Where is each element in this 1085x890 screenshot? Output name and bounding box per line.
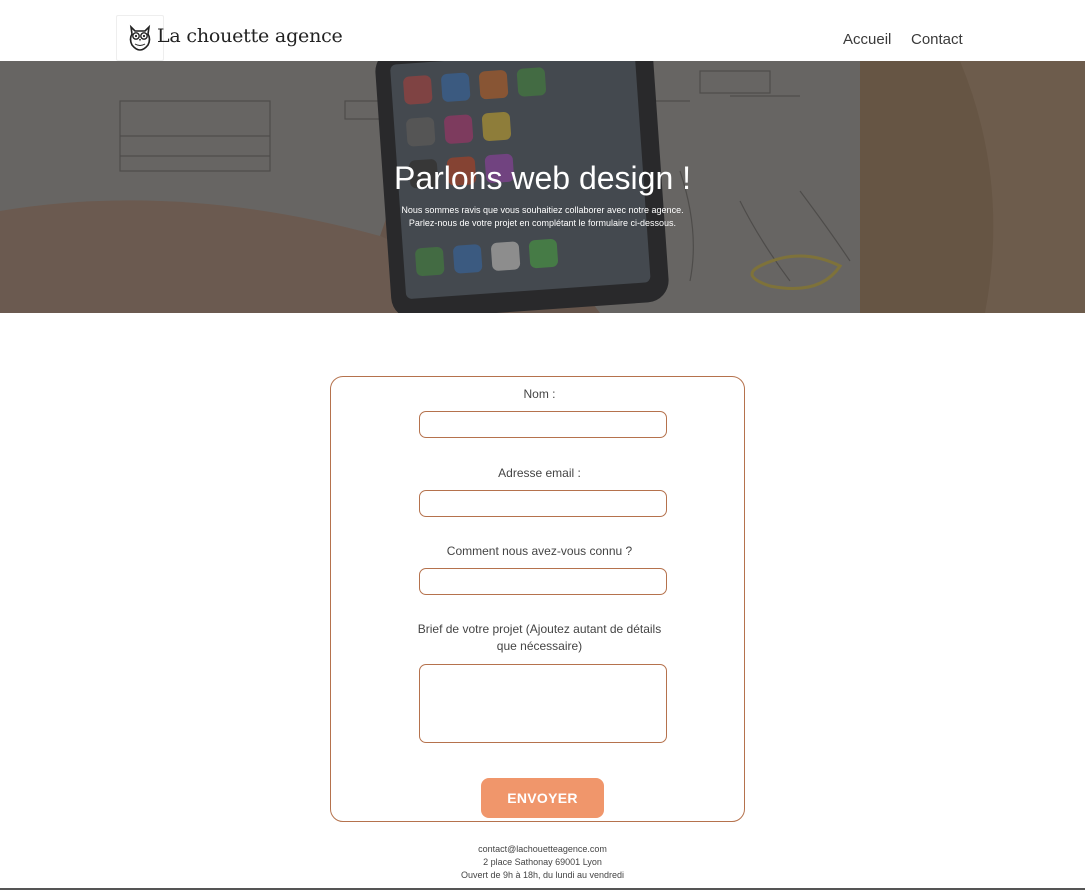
nav-link-contact[interactable]: Contact [911,31,963,48]
name-label: Nom : [523,387,556,401]
brief-textarea[interactable] [419,664,667,743]
contact-form: Nom : Adresse email : Comment nous avez-… [330,376,745,822]
nav-link-accueil[interactable]: Accueil [843,31,891,48]
source-input[interactable] [419,568,667,595]
brief-label-line: que nécessaire) [496,639,583,653]
site-footer: contact@lachouetteagence.com 2 place Sat… [0,843,1085,882]
footer-email[interactable]: contact@lachouetteagence.com [0,843,1085,856]
footer-address: 2 place Sathonay 69001 Lyon [483,857,602,867]
site-header: La chouette agence Accueil Contact [0,0,1085,61]
hero-subtitle: Nous sommes ravis que vous souhaitiez co… [0,204,1085,230]
footer-hours: Ouvert de 9h à 18h, du lundi au vendredi [460,870,625,880]
hero-subtitle-line: Nous sommes ravis que vous souhaitiez co… [401,205,684,215]
page-title: Parlons web design ! [393,160,692,196]
brief-label-line: Brief de votre projet (Ajoutez autant de… [417,622,662,636]
owl-logo-icon [129,24,151,51]
hero-subtitle-line: Parlez-nous de votre projet en complétan… [408,218,677,228]
email-input[interactable] [419,490,667,517]
submit-button[interactable]: ENVOYER [481,778,604,818]
brief-label: Brief de votre projet (Ajoutez autant de… [331,621,748,655]
hero-banner: Parlons web design ! Nous sommes ravis q… [0,61,1085,313]
source-label: Comment nous avez-vous connu ? [446,544,633,558]
brand-name[interactable]: La chouette agence [157,25,343,47]
email-label: Adresse email : [498,466,581,480]
name-input[interactable] [419,411,667,438]
